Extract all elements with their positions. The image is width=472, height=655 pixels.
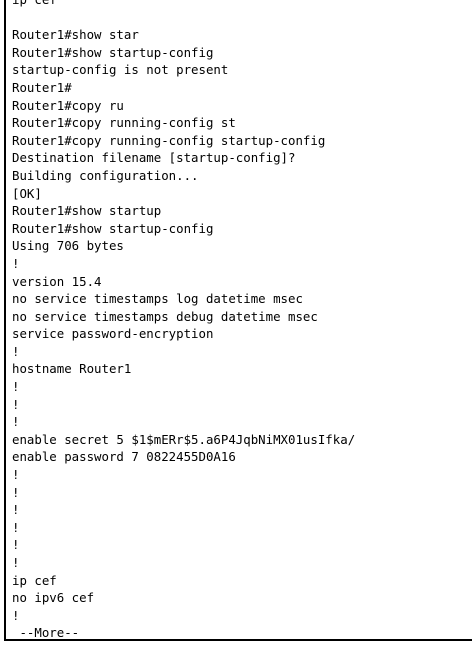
terminal-line: ! (12, 502, 20, 518)
terminal-line: version 15.4 (12, 273, 102, 289)
terminal-line: [OK] (12, 185, 42, 201)
terminal-line: ! (12, 467, 20, 483)
terminal-line: ! (12, 255, 20, 271)
terminal-line: Destination filename [startup-config]? (12, 150, 296, 166)
terminal-output: ip cefRouter1#show starRouter1#show star… (6, 0, 472, 641)
terminal-line: enable secret 5 $1$mERr$5.a6P4JqbNiMX01u… (12, 431, 356, 447)
terminal-line: ! (12, 537, 20, 553)
terminal-line: ! (12, 555, 20, 570)
terminal-line: ip cef (12, 0, 472, 9)
terminal-line: Router1#show startup-config (12, 44, 214, 60)
terminal-line: Building configuration... (12, 167, 199, 183)
terminal-line: Router1#show startup-config (12, 220, 214, 236)
terminal-line: ! (12, 607, 20, 623)
terminal-line: ! (12, 484, 20, 500)
terminal-line: Router1#copy running-config st (12, 115, 236, 131)
terminal-line: no service timestamps debug datetime mse… (12, 308, 318, 324)
terminal-line: ! (12, 396, 20, 412)
terminal-line: ! (12, 519, 20, 535)
terminal-line: ! (12, 414, 20, 430)
terminal-line: Using 706 bytes (12, 238, 124, 254)
terminal-window[interactable]: ip cefRouter1#show starRouter1#show star… (4, 0, 472, 641)
terminal-line: Router1# (12, 79, 72, 95)
terminal-line: ! (12, 343, 20, 359)
terminal-line: no service timestamps log datetime msec (12, 291, 303, 307)
terminal-line: service password-encryption (12, 326, 214, 342)
terminal-line: Router1#show star (12, 27, 139, 43)
terminal-line: no ipv6 cef (12, 590, 95, 606)
terminal-line: hostname Router1 (12, 361, 132, 377)
terminal-line: Router1#copy ru (12, 97, 124, 113)
terminal-line: startup-config is not present (12, 62, 229, 78)
terminal-line: ! (12, 379, 20, 395)
terminal-line: Router1#copy running-config startup-conf… (12, 132, 326, 148)
terminal-line: ip cef (12, 572, 57, 588)
terminal-line: Router1#show startup (12, 203, 162, 219)
terminal-line: enable password 7 0822455D0A16 (12, 449, 236, 465)
more-prompt: --More-- (12, 625, 80, 641)
